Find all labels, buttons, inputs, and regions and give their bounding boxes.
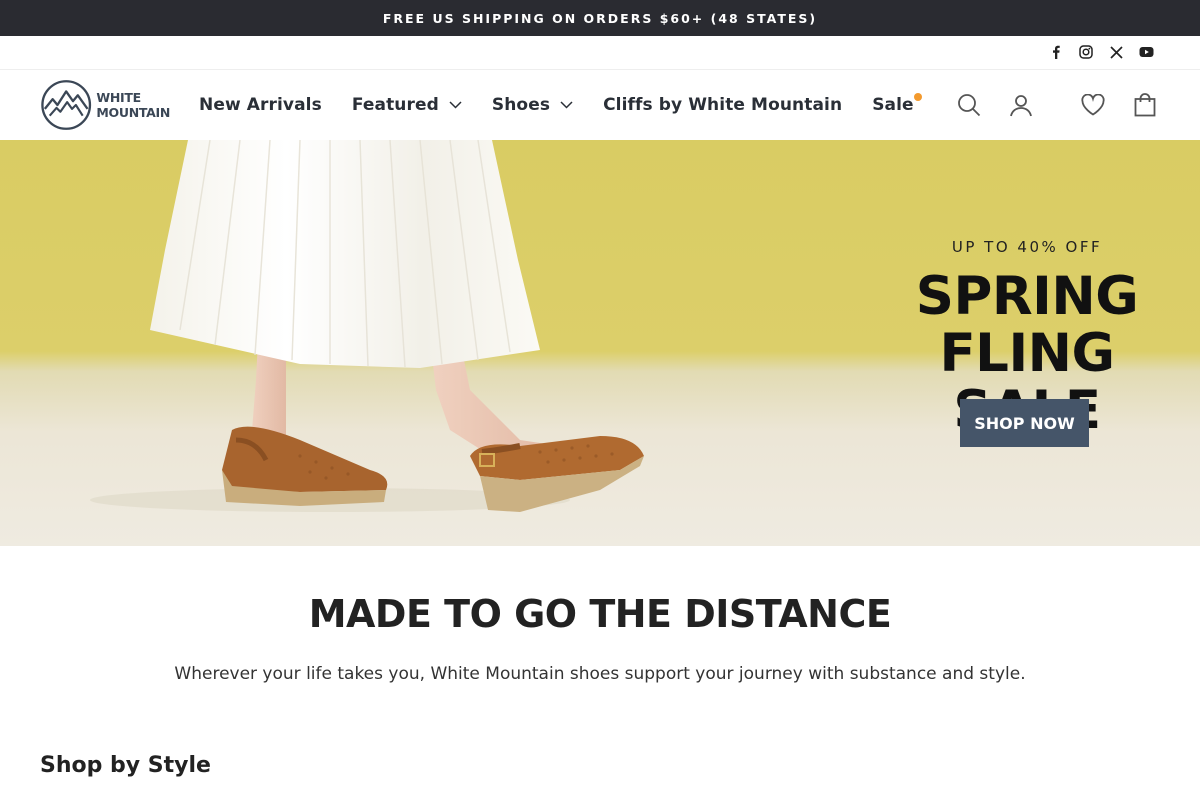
facebook-icon[interactable] [1048, 43, 1064, 61]
nav-sale[interactable]: Sale [872, 93, 922, 115]
sale-indicator-dot [913, 93, 922, 101]
nav-featured[interactable]: Featured [352, 95, 462, 115]
brand-wordmark: WHITE MOUNTAIN [96, 90, 170, 120]
instagram-icon[interactable] [1078, 43, 1094, 61]
account-icon[interactable] [1008, 92, 1034, 118]
nav-sale-label: Sale [872, 95, 914, 115]
cart-icon[interactable] [1132, 92, 1158, 118]
search-icon[interactable] [956, 92, 982, 118]
nav-featured-label: Featured [351, 95, 439, 115]
chevron-down-icon [449, 101, 462, 109]
section-headline: MADE TO GO THE DISTANCE [308, 592, 892, 636]
brand-logo[interactable]: WHITE MOUNTAIN [40, 79, 170, 131]
site-header: WHITE MOUNTAIN New Arrivals Featured Sho… [0, 70, 1200, 140]
announcement-text: FREE US SHIPPING ON ORDERS $60+ (48 STAT… [382, 10, 818, 26]
header-actions [956, 92, 1158, 118]
chevron-down-icon [560, 101, 573, 109]
hero-banner[interactable]: UP TO 40% OFF SPRING FLING SALE SHOP NOW [0, 140, 1200, 546]
announcement-bar: FREE US SHIPPING ON ORDERS $60+ (48 STAT… [0, 0, 1200, 36]
nav-shoes-label: Shoes [491, 95, 551, 115]
hero-title-line1: SPRING [915, 266, 1139, 327]
nav-cliffs[interactable]: Cliffs by White Mountain [603, 95, 842, 115]
mountain-logo-icon [41, 80, 92, 130]
wishlist-icon[interactable] [1080, 92, 1106, 118]
x-icon[interactable] [1108, 43, 1124, 61]
brand-name-line1: WHITE [96, 90, 141, 105]
shop-now-button[interactable]: SHOP NOW [960, 399, 1089, 447]
brand-name-line2: MOUNTAIN [96, 105, 170, 120]
social-links [1048, 43, 1154, 61]
hero-eyebrow: UP TO 40% OFF [951, 238, 1103, 256]
nav-cliffs-label: Cliffs by White Mountain [603, 95, 843, 115]
nav-new-arrivals-label: New Arrivals [199, 95, 322, 115]
shop-by-style-heading: Shop by Style [40, 753, 211, 778]
section-description: Wherever your life takes you, White Moun… [174, 664, 1026, 684]
social-bar [0, 36, 1200, 70]
nav-new-arrivals[interactable]: New Arrivals [199, 95, 322, 115]
youtube-icon[interactable] [1138, 43, 1154, 61]
nav-shoes[interactable]: Shoes [492, 95, 573, 115]
main-nav: New Arrivals Featured Shoes Cliffs by Wh… [199, 70, 944, 140]
